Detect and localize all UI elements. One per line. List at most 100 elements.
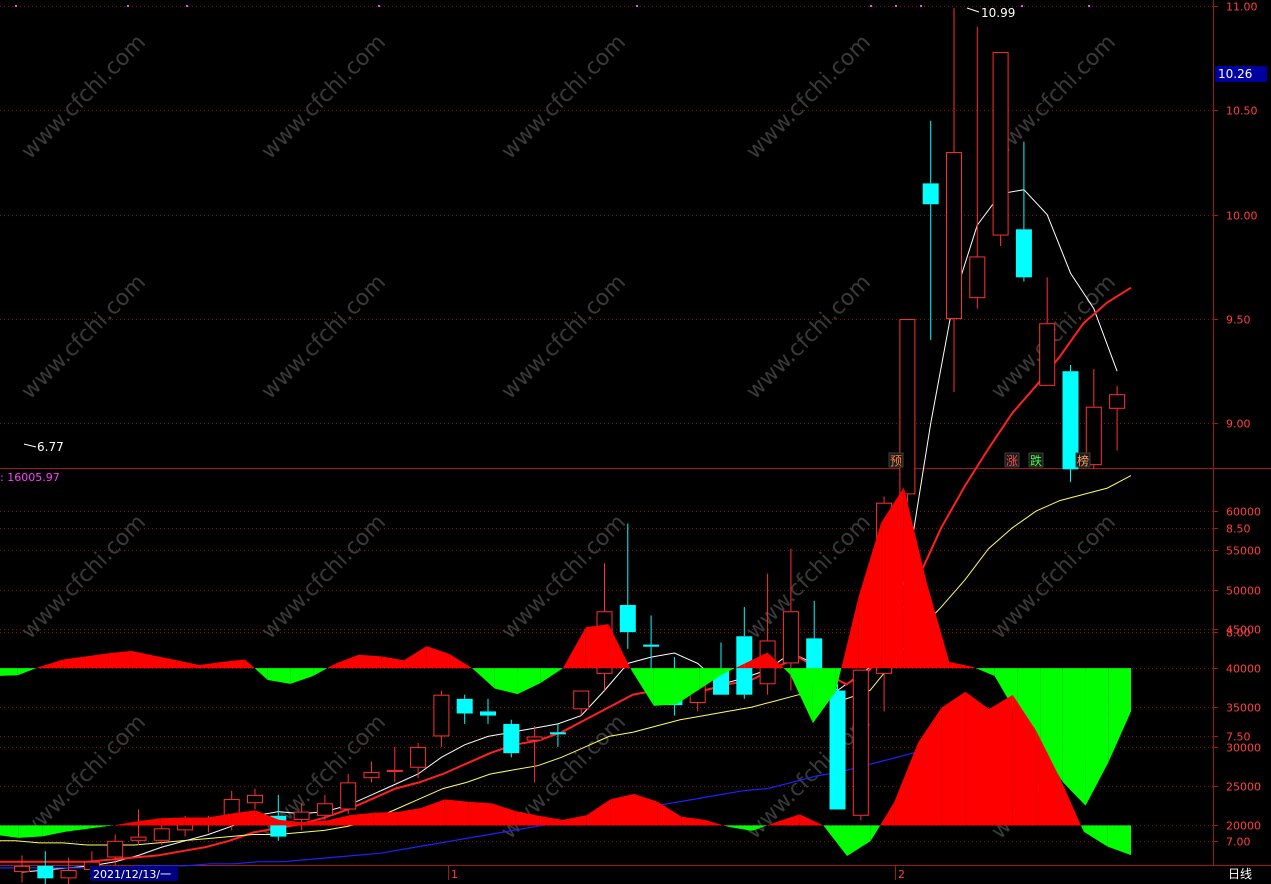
area-segment-down (728, 825, 753, 831)
high-annotation: 10.99 (966, 6, 1015, 20)
candle (247, 788, 263, 810)
date-label: 2021/12/13/一 (93, 868, 171, 881)
area-segment-down (870, 825, 881, 842)
area-segment-down (66, 825, 90, 832)
candle (503, 719, 520, 758)
area-segment-up (539, 815, 563, 826)
candle-body-down (503, 723, 520, 754)
candle-body-up (410, 746, 427, 768)
area-segment-down (0, 668, 18, 676)
area-segment-up (113, 821, 137, 826)
candle-body-up (14, 865, 30, 873)
area-segment-up (586, 799, 611, 826)
candle-body-up (1109, 394, 1126, 409)
top-dot (1088, 5, 1090, 7)
candle-body-up (107, 840, 124, 858)
watermark-text: www.cfchi.com (987, 510, 1121, 644)
period-label[interactable]: 日线 (1228, 867, 1252, 881)
month-label-2: 2 (898, 868, 905, 881)
area-segment-up (610, 793, 634, 826)
candle (829, 684, 846, 810)
area-segment-down (783, 668, 791, 675)
area-segment-up (208, 813, 232, 826)
main-y-tick-label: 11.00 (1226, 1, 1258, 14)
area-segment-down (540, 668, 563, 684)
area-segment-down (1108, 668, 1131, 763)
candle-body-up (899, 319, 916, 495)
area-segment-up (350, 812, 374, 826)
area-segment-up (184, 817, 208, 826)
stock-chart[interactable]: www.cfchi.com www.cfchi.com www.cfchi.com w… (0, 0, 1271, 884)
main-y-tick-label: 9.50 (1226, 314, 1251, 327)
area-segment-down (823, 825, 847, 856)
top-dot (920, 5, 922, 7)
area-segment-up (137, 818, 161, 826)
candle (107, 834, 124, 866)
candle-body-down (549, 732, 566, 735)
area-segment-up (358, 654, 382, 669)
candle (852, 669, 869, 820)
candle-body-up (153, 828, 170, 841)
candle (619, 523, 636, 649)
candle (573, 690, 590, 716)
watermark-text: www.cfchi.com (17, 270, 151, 404)
area-segment-up (681, 816, 705, 826)
area-segment-down (631, 668, 654, 706)
candle-body-down (619, 604, 636, 633)
candle-body-down (480, 711, 496, 716)
area-segment-up (989, 694, 1013, 826)
area-segment-up (222, 659, 245, 669)
area-segment-up (199, 661, 223, 669)
candle-body-up (363, 771, 380, 779)
top-dot (378, 5, 380, 7)
main-y-tick-label: 8.50 (1226, 523, 1251, 536)
low-annotation: 6.77 (23, 440, 64, 454)
area-segment-up (926, 581, 950, 669)
candle (386, 746, 403, 783)
sub-y-tick-label: 55000 (1226, 545, 1261, 558)
area-segment-up (949, 661, 972, 669)
area-segment-up (373, 811, 398, 826)
candle-body-up (130, 836, 147, 841)
candle (480, 698, 496, 724)
area-segment-down (975, 668, 995, 677)
area-segment-up (705, 819, 724, 826)
sub-y-tick-label: 45000 (1226, 624, 1261, 637)
candle-body-up (60, 870, 77, 879)
candle-body-up (992, 51, 1009, 236)
watermark-text: www.cfchi.com (497, 270, 631, 404)
watermark-text: www.cfchi.com (742, 30, 876, 164)
sub-y-tick-label: 25000 (1226, 781, 1261, 794)
area-segment-down (494, 668, 518, 695)
area-segment-up (563, 815, 587, 826)
candle (14, 855, 30, 883)
area-segment-up (108, 650, 132, 669)
candle (1039, 277, 1056, 386)
area-segment-up (799, 814, 824, 826)
area-segment-down (313, 668, 328, 677)
candle-body-down (37, 865, 54, 879)
candle (922, 120, 939, 340)
area-segment-up (244, 659, 255, 669)
area-segment-down (517, 668, 541, 695)
candle (37, 851, 54, 884)
area-segment-down (17, 668, 37, 676)
top-dot (870, 5, 872, 7)
candle-body-up (1039, 323, 1056, 386)
main-y-tick-label: 10.00 (1226, 210, 1258, 223)
candle-body-up (969, 256, 986, 299)
candle (526, 726, 543, 783)
event-markers: 预 涨 跌 榜 (888, 452, 1091, 468)
area-segment-up (918, 707, 942, 826)
candle-body-up (852, 669, 869, 816)
area-segment-down (42, 825, 66, 837)
candle-body-down (456, 698, 473, 714)
marker-die: 跌 (1030, 453, 1042, 468)
high-label: 10.99 (981, 6, 1015, 20)
area-segment-up (468, 801, 492, 826)
candle-body-up (946, 152, 962, 320)
area-segment-up (40, 659, 64, 669)
month-label-1: 1 (451, 868, 458, 881)
main-y-tick-label: 10.50 (1226, 105, 1258, 118)
candle (1015, 141, 1032, 282)
